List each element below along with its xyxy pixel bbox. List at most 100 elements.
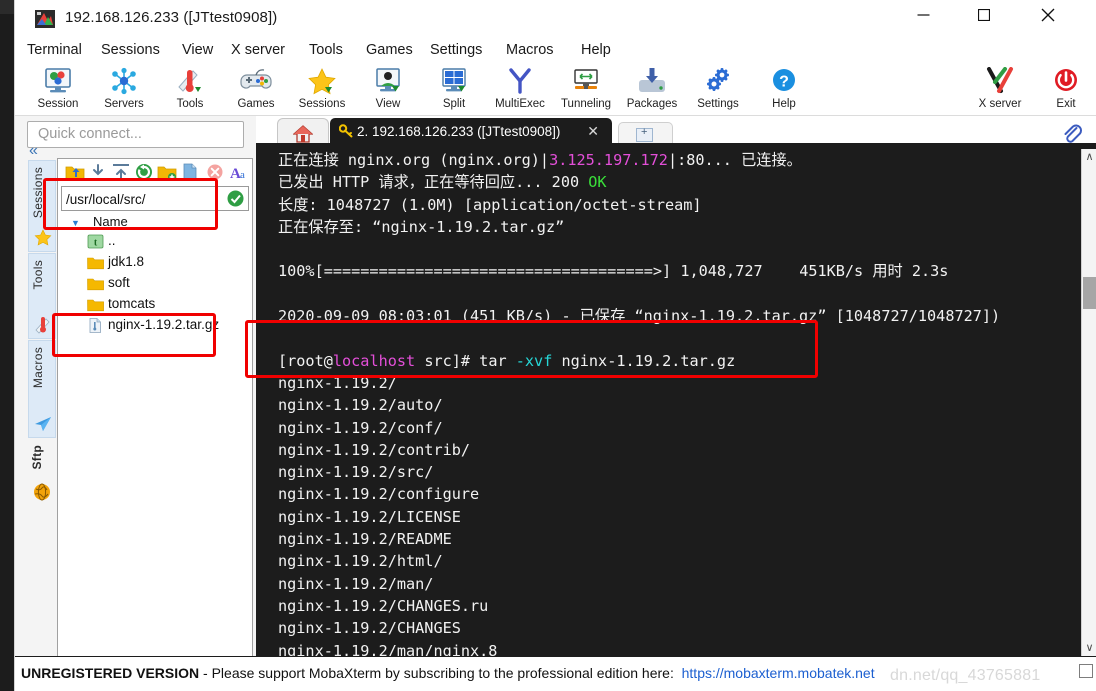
terminal-line: nginx-1.19.2/html/	[273, 550, 1081, 572]
terminal-line: nginx-1.19.2/contrib/	[273, 439, 1081, 461]
quick-connect-input[interactable]: Quick connect...	[27, 121, 244, 148]
menu-xserver[interactable]: X server	[225, 40, 291, 61]
settings-gear-icon	[685, 65, 751, 97]
terminal-text: [root@	[278, 351, 333, 370]
delete-icon[interactable]	[205, 162, 225, 182]
sftp-path-bar[interactable]	[61, 186, 249, 211]
list-item[interactable]: nginx-1.19.2.tar.gz	[61, 316, 249, 337]
sidebar-item-macros[interactable]: Macros	[28, 340, 56, 438]
terminal-line: 100%[===================================…	[273, 260, 1081, 282]
sftp-browser: Aa ▼ Name t	[57, 158, 253, 668]
go-up-folder-icon[interactable]	[65, 162, 85, 182]
terminal-line: nginx-1.19.2/configure	[273, 483, 1081, 505]
toolbar-multiexec[interactable]: MultiExec	[487, 65, 553, 115]
menu-terminal[interactable]: Terminal	[21, 40, 88, 61]
terminal-text: nginx-1.19.2/CHANGES.ru	[278, 596, 489, 615]
menu-games[interactable]: Games	[360, 40, 419, 61]
sidebar-item-tools-label: Tools	[31, 260, 45, 290]
terminal-line: nginx-1.19.2/src/	[273, 461, 1081, 483]
folder-icon	[87, 276, 104, 291]
upload-icon[interactable]	[111, 162, 131, 182]
paper-plane-icon	[34, 415, 52, 433]
toolbar-help-label: Help	[772, 98, 796, 110]
terminal-text: 100%[===================================…	[278, 262, 949, 281]
terminal-line: nginx-1.19.2/conf/	[273, 417, 1081, 439]
toolbar-xserver-label: X server	[978, 98, 1022, 110]
toolbar-exit-label: Exit	[1056, 98, 1076, 110]
terminal-text: nginx-1.19.2/conf/	[278, 418, 443, 437]
menu-help[interactable]: Help	[575, 40, 617, 61]
terminal-line: nginx-1.19.2/CHANGES	[273, 617, 1081, 639]
close-tab-icon[interactable]: ✕	[587, 123, 599, 140]
sidebar-item-sessions[interactable]: Sessions	[28, 160, 56, 252]
toolbar-session[interactable]: Session	[25, 65, 91, 115]
status-indicator-box[interactable]	[1079, 664, 1093, 678]
list-item[interactable]: t ..	[61, 232, 249, 253]
packages-icon	[619, 65, 685, 97]
globe-icon	[33, 483, 51, 501]
terminal-vertical-scrollbar[interactable]: ∧ ∨	[1081, 149, 1096, 656]
home-icon	[293, 125, 313, 143]
font-icon[interactable]: Aa	[228, 162, 248, 182]
toolbar-servers[interactable]: Servers	[91, 65, 157, 115]
toolbar-packages-label: Packages	[626, 98, 678, 110]
mobaxterm-window: 192.168.126.233 ([JTtest0908]) Terminal …	[0, 0, 1096, 691]
mobaxterm-link[interactable]: https://mobaxterm.mobatek.net	[682, 665, 875, 681]
toolbar-sessions[interactable]: Sessions	[289, 65, 355, 115]
green-check-icon[interactable]	[227, 190, 244, 207]
download-icon[interactable]	[88, 162, 108, 182]
list-item[interactable]: jdk1.8	[61, 253, 249, 274]
scroll-up-icon[interactable]: ∧	[1082, 149, 1096, 165]
new-file-icon[interactable]	[180, 162, 200, 182]
toolbar-settings[interactable]: Settings	[685, 65, 751, 115]
maximize-button[interactable]	[961, 0, 1007, 30]
sftp-path-input[interactable]	[64, 188, 218, 210]
menu-tools[interactable]: Tools	[303, 40, 349, 61]
sidebar-item-tools[interactable]: Tools	[28, 253, 56, 339]
menu-macros[interactable]: Macros	[500, 40, 560, 61]
close-button[interactable]	[1025, 0, 1071, 30]
sidebar-item-sessions-label: Sessions	[31, 167, 45, 219]
sftp-column-header[interactable]: ▼ Name	[61, 213, 249, 231]
menu-view[interactable]: View	[176, 40, 219, 61]
terminal-text: 2020-09-09 08:03:01 (451 KB/s) - 已保存 “ng…	[278, 307, 1001, 326]
minimize-button[interactable]	[901, 0, 947, 30]
terminal-output[interactable]: 正在连接 nginx.org (nginx.org)|3.125.197.172…	[273, 149, 1081, 656]
toolbar-tools[interactable]: Tools	[157, 65, 223, 115]
terminal-line: 正在连接 nginx.org (nginx.org)|3.125.197.172…	[273, 149, 1081, 171]
paperclip-icon[interactable]	[1061, 122, 1083, 144]
toolbar-xserver[interactable]: X server	[967, 65, 1033, 115]
list-item-label: jdk1.8	[108, 254, 145, 269]
toolbar-split[interactable]: Split	[421, 65, 487, 115]
mobaxterm-icon	[35, 10, 55, 28]
list-item[interactable]: tomcats	[61, 295, 249, 316]
terminal-line: 已发出 HTTP 请求，正在等待回应... 200 OK	[273, 171, 1081, 193]
toolbar-tunneling[interactable]: Tunneling	[553, 65, 619, 115]
scroll-down-icon[interactable]: ∨	[1082, 640, 1096, 656]
toolbar-help[interactable]: ? Help	[751, 65, 817, 115]
list-item[interactable]: soft	[61, 274, 249, 295]
quick-connect-placeholder: Quick connect...	[38, 126, 142, 142]
terminal-line: 正在保存至: “nginx-1.19.2.tar.gz”	[273, 216, 1081, 238]
refresh-icon[interactable]	[134, 162, 154, 182]
toolbar-games[interactable]: Games	[223, 65, 289, 115]
sidebar-item-macros-label: Macros	[31, 347, 45, 389]
toolbar-packages[interactable]: Packages	[619, 65, 685, 115]
terminal-text: nginx-1.19.2/src/	[278, 463, 434, 482]
terminal-text: 3.125.197.172	[549, 151, 668, 169]
collapse-panel-icon[interactable]: «	[29, 142, 38, 160]
new-folder-icon[interactable]	[157, 162, 177, 182]
toolbar-games-label: Games	[237, 98, 275, 110]
sidebar-item-sftp[interactable]: Sftp	[28, 439, 56, 505]
terminal-line: nginx-1.19.2/README	[273, 528, 1081, 550]
terminal-line: nginx-1.19.2/LICENSE	[273, 506, 1081, 528]
menu-settings[interactable]: Settings	[424, 40, 488, 61]
sftp-file-list[interactable]: t .. jdk1.8 soft tomcats nginx-1.19.2.ta…	[61, 232, 249, 622]
toolbar-view[interactable]: View	[355, 65, 421, 115]
menu-sessions[interactable]: Sessions	[95, 40, 166, 61]
session-icon	[25, 65, 91, 97]
terminal-line: nginx-1.19.2/CHANGES.ru	[273, 595, 1081, 617]
scrollbar-thumb[interactable]	[1083, 277, 1096, 309]
toolbar-exit[interactable]: Exit	[1033, 65, 1096, 115]
terminal-text: 正在保存至: “nginx-1.19.2.tar.gz”	[278, 217, 565, 236]
